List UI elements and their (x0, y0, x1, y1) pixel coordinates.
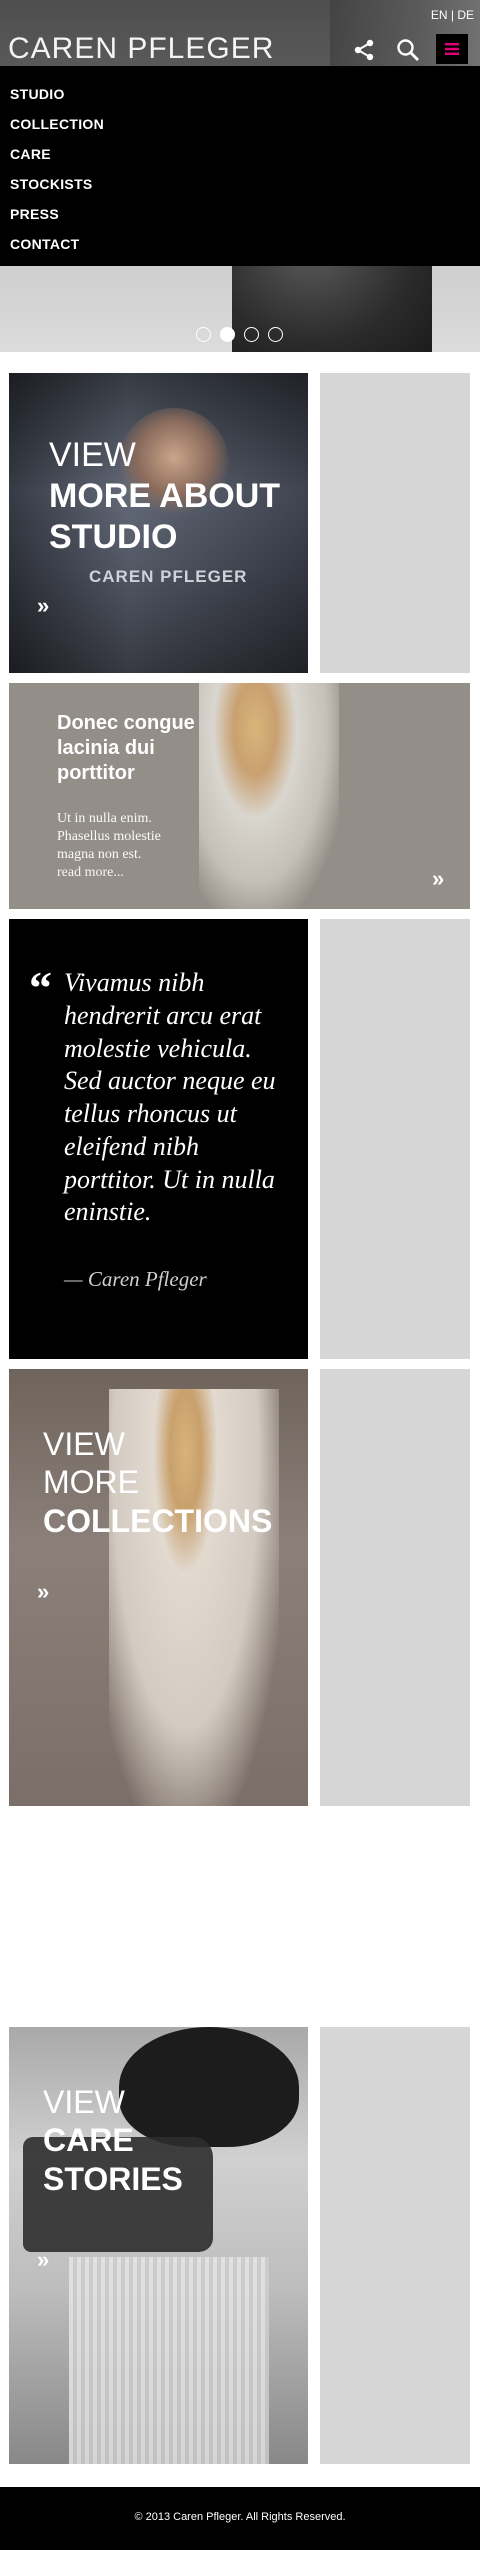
slider-dot[interactable] (268, 327, 283, 342)
hamburger-icon (445, 43, 459, 55)
studio-line-studio: STUDIO (49, 517, 178, 556)
chevron-right-icon[interactable]: » (37, 593, 49, 619)
placeholder-tile (320, 919, 470, 1359)
studio-line-more: MORE ABOUT (49, 476, 281, 515)
quote-author: — Caren Pfleger (64, 1267, 207, 1291)
slider-dot[interactable] (196, 327, 211, 342)
care-line-care: CARE (43, 2122, 134, 2159)
care-line-view: VIEW (43, 2084, 125, 2120)
menu-button[interactable] (436, 34, 468, 64)
placeholder-tile (320, 373, 470, 673)
hero-slider[interactable]: CAREN PFLEGER EN | DE STUDIO COLLECTION … (0, 0, 480, 352)
collections-line-collections: COLLECTIONS (43, 1502, 273, 1539)
placeholder-tile (320, 1369, 470, 1806)
care-tile-heading: VIEW CARE STORIES (43, 2083, 183, 2198)
lang-en-link[interactable]: EN (431, 8, 448, 22)
collections-tile-heading: VIEW MORE COLLECTIONS (43, 1425, 272, 1540)
language-switcher: EN | DE (431, 8, 474, 22)
care-line-stories: STORIES (43, 2160, 183, 2197)
slider-dot[interactable] (244, 327, 259, 342)
quote-icon: “ (29, 962, 52, 1013)
search-icon[interactable] (396, 38, 420, 62)
read-more-link[interactable]: read more... (57, 865, 124, 881)
brand-logo[interactable]: CAREN PFLEGER (8, 32, 274, 66)
menu-item-studio[interactable]: STUDIO (10, 86, 65, 102)
quote-tile: “ Vivamus nibh hendrerit arcu erat moles… (9, 919, 308, 1359)
share-icon[interactable] (352, 38, 376, 62)
collections-line-more: MORE (43, 1464, 139, 1501)
care-tile[interactable]: VIEW CARE STORIES » (9, 2027, 308, 2464)
quote-text: Vivamus nibh hendrerit arcu erat molesti… (64, 968, 276, 1227)
feature-body: Ut in nulla enim. Phasellus molestie mag… (57, 811, 161, 863)
feature-image (199, 683, 339, 909)
studio-tile-heading: VIEW MORE ABOUT STUDIO (49, 435, 280, 557)
chevron-right-icon[interactable]: » (432, 866, 444, 892)
studio-sign-text: CAREN PFLEGER (89, 567, 248, 586)
menu-item-contact[interactable]: CONTACT (10, 236, 80, 252)
collections-line-view: VIEW (43, 1426, 125, 1462)
main-menu: STUDIO COLLECTION CARE STOCKISTS PRESS C… (0, 66, 480, 266)
copyright-text: © 2013 Caren Pfleger. All Rights Reserve… (134, 2511, 346, 2523)
placeholder-tile (320, 2027, 470, 2464)
lang-separator: | (450, 8, 454, 22)
slider-pagination (196, 327, 283, 343)
menu-item-press[interactable]: PRESS (10, 206, 59, 222)
chevron-right-icon[interactable]: » (37, 1579, 49, 1605)
care-image-dress (69, 2257, 269, 2464)
menu-item-collection[interactable]: COLLECTION (10, 116, 104, 132)
collections-tile[interactable]: VIEW MORE COLLECTIONS » (9, 1369, 308, 1806)
lang-de-link[interactable]: DE (457, 8, 474, 22)
studio-line-view: VIEW (49, 436, 136, 474)
feature-tile[interactable]: Donec congue lacinia dui porttitor Ut in… (9, 683, 470, 909)
menu-item-stockists[interactable]: STOCKISTS (10, 176, 93, 192)
footer: © 2013 Caren Pfleger. All Rights Reserve… (0, 2487, 480, 2550)
feature-title: Donec congue lacinia dui porttitor (57, 712, 195, 784)
slider-dot-active[interactable] (220, 327, 235, 342)
studio-tile[interactable]: CAREN PFLEGER VIEW MORE ABOUT STUDIO » (9, 373, 308, 673)
menu-item-care[interactable]: CARE (10, 146, 51, 162)
chevron-right-icon[interactable]: » (37, 2247, 49, 2273)
